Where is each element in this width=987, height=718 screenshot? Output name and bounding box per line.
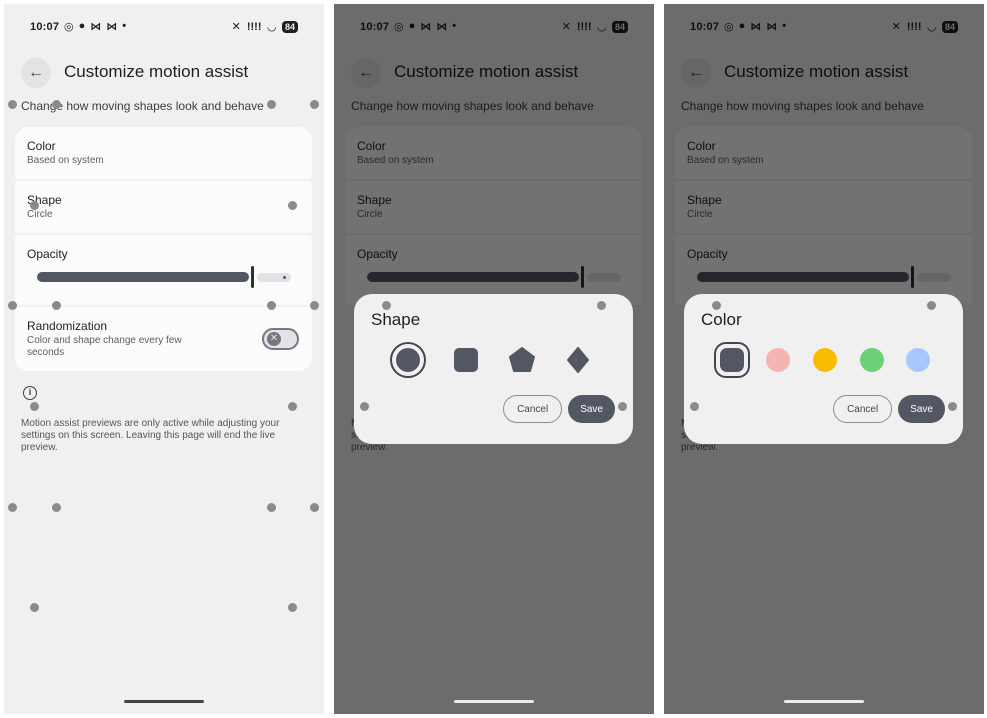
page-title: Customize motion assist xyxy=(64,62,249,81)
wifi-icon: ◡ xyxy=(267,21,276,33)
pentagon-shape-icon xyxy=(509,347,535,372)
randomization-title: Randomization xyxy=(27,319,108,333)
shape-dialog: Shape Cancel Save xyxy=(354,294,633,444)
color-option-yellow[interactable] xyxy=(807,342,843,378)
square-shape-icon xyxy=(454,348,478,372)
diamond-shape-icon xyxy=(567,347,589,373)
motion-dot xyxy=(30,201,39,210)
close-icon: ✕ xyxy=(267,332,281,346)
motion-dot xyxy=(382,301,391,310)
randomization-description: Color and shape change every few seconds xyxy=(27,335,182,358)
randomization-setting: Randomization Color and shape change eve… xyxy=(15,307,312,371)
info-text: Motion assist previews are only active w… xyxy=(21,418,280,453)
status-bar: 10:07 ◎ ● ⋈ ⋈ • ✕ !!!! ◡ 84 xyxy=(4,19,324,37)
whatsapp-icon: ◎ xyxy=(64,21,74,33)
more-dot-icon: • xyxy=(122,20,127,32)
motion-dot xyxy=(690,402,699,411)
yellow-swatch-icon xyxy=(813,348,837,372)
shape-setting[interactable]: Shape Circle xyxy=(15,181,312,233)
shape-setting-value: Circle xyxy=(27,209,53,220)
motion-dot xyxy=(52,503,61,512)
dialog-actions: Cancel Save xyxy=(503,395,615,423)
back-button[interactable]: ← xyxy=(21,58,51,88)
arrow-left-icon: ← xyxy=(28,64,44,81)
signal-icon: !!!! xyxy=(246,20,262,33)
dialog-title: Shape xyxy=(371,310,421,329)
motion-dot xyxy=(267,503,276,512)
opacity-slider-thumb[interactable] xyxy=(251,266,254,288)
opacity-slider-active-track[interactable] xyxy=(37,272,249,282)
save-button[interactable]: Save xyxy=(898,395,945,423)
cancel-button[interactable]: Cancel xyxy=(833,395,893,423)
randomization-toggle[interactable]: ✕ xyxy=(262,328,299,350)
phone-screen-shape-dialog: 10:07 ◎ ● ⋈ ⋈ • ✕ !!!! ◡ 84 ← Customize … xyxy=(334,4,654,714)
motion-dot xyxy=(310,100,319,109)
circle-shape-icon xyxy=(396,348,420,372)
motion-dot xyxy=(597,301,606,310)
mail-icon: ⋈ xyxy=(106,21,118,33)
phone-screen-settings: 10:07 ◎ ● ⋈ ⋈ • ✕ !!!! ◡ 84 ← Customize … xyxy=(4,4,324,714)
motion-dot xyxy=(310,503,319,512)
shape-option-circle[interactable] xyxy=(390,342,426,378)
cancel-button[interactable]: Cancel xyxy=(503,395,563,423)
color-setting-title: Color xyxy=(27,139,56,153)
shape-options xyxy=(390,342,600,378)
motion-dot xyxy=(52,301,61,310)
motion-dot xyxy=(267,301,276,310)
dialog-title: Color xyxy=(701,310,742,329)
color-setting-value: Based on system xyxy=(27,155,104,166)
motion-dot xyxy=(30,603,39,612)
motion-dot xyxy=(8,100,17,109)
gray-swatch-icon xyxy=(720,348,744,372)
motion-dot xyxy=(310,301,319,310)
mail-icon: ⋈ xyxy=(90,21,102,33)
opacity-setting: Opacity xyxy=(15,235,312,305)
status-time: 10:07 xyxy=(30,21,60,33)
motion-dot xyxy=(712,301,721,310)
opacity-setting-title: Opacity xyxy=(27,247,68,261)
navigation-handle[interactable] xyxy=(454,700,534,703)
info-icon: i xyxy=(23,386,37,400)
dialog-actions: Cancel Save xyxy=(833,395,945,423)
mute-icon: ✕ xyxy=(231,21,241,33)
motion-dot xyxy=(288,603,297,612)
motion-dot xyxy=(8,301,17,310)
motion-dot xyxy=(267,100,276,109)
shape-option-pentagon[interactable] xyxy=(504,342,540,378)
motion-dot xyxy=(52,100,61,109)
navigation-handle[interactable] xyxy=(784,700,864,703)
motion-dot xyxy=(927,301,936,310)
shape-option-diamond[interactable] xyxy=(560,342,596,378)
shape-option-square[interactable] xyxy=(448,342,484,378)
motion-dot xyxy=(618,402,627,411)
chat-icon: ● xyxy=(78,20,86,32)
green-swatch-icon xyxy=(860,348,884,372)
save-button[interactable]: Save xyxy=(568,395,615,423)
motion-dot xyxy=(30,402,39,411)
color-option-blue[interactable] xyxy=(900,342,936,378)
color-option-gray[interactable] xyxy=(714,342,750,378)
notification-icons: ◎ ● ⋈ ⋈ • xyxy=(64,20,126,33)
color-dialog: Color Cancel Save xyxy=(684,294,963,444)
motion-dot xyxy=(288,201,297,210)
color-options xyxy=(714,342,944,378)
color-setting[interactable]: Color Based on system xyxy=(15,127,312,179)
motion-dot xyxy=(948,402,957,411)
battery-icon: 84 xyxy=(281,20,298,33)
color-option-pink[interactable] xyxy=(760,342,796,378)
motion-dot xyxy=(288,402,297,411)
color-option-green[interactable] xyxy=(854,342,890,378)
navigation-handle[interactable] xyxy=(124,700,204,703)
pink-swatch-icon xyxy=(766,348,790,372)
system-icons: ✕ !!!! ◡ 84 xyxy=(232,20,298,33)
motion-dot xyxy=(360,402,369,411)
blue-swatch-icon xyxy=(906,348,930,372)
phone-screen-color-dialog: 10:07 ◎ ● ⋈ ⋈ • ✕ !!!! ◡ 84 ← Customize … xyxy=(664,4,984,714)
slider-end-dot xyxy=(283,276,286,279)
motion-dot xyxy=(8,503,17,512)
